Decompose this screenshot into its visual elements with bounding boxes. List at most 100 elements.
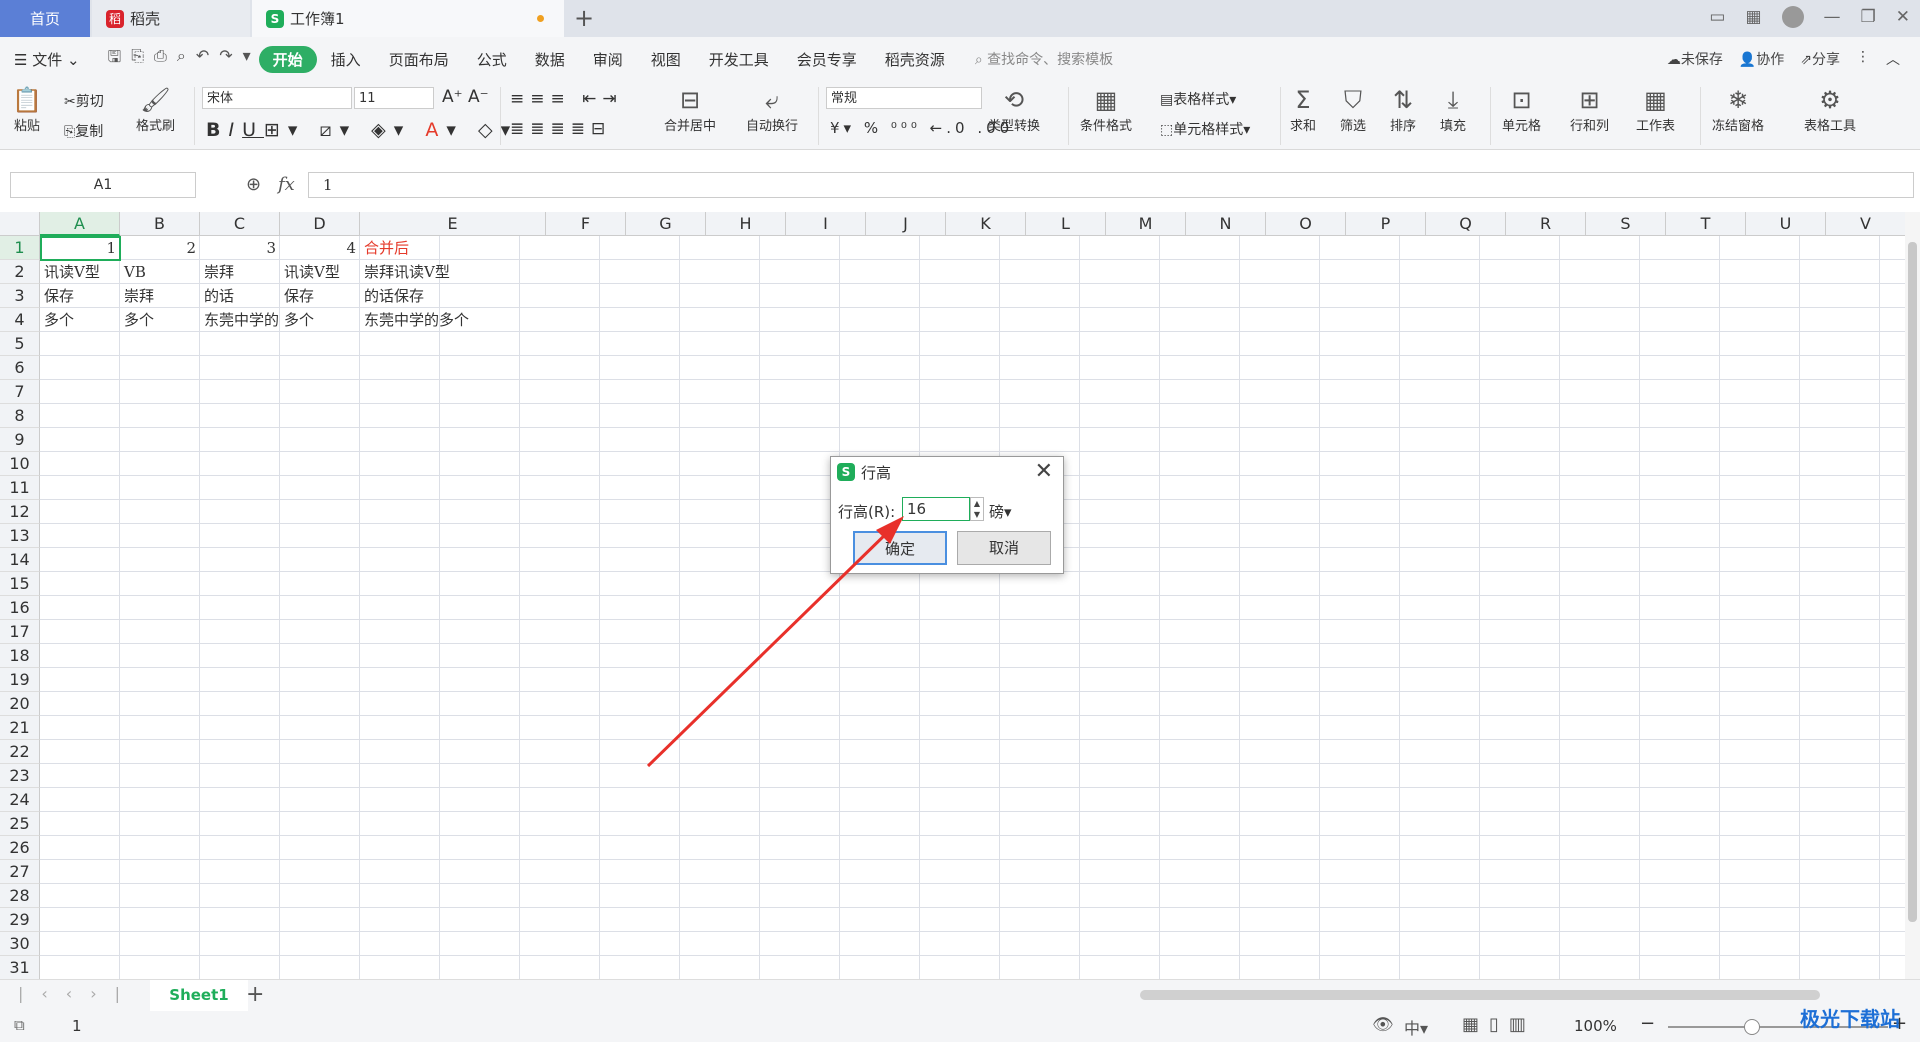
cell-d1[interactable]: 4: [280, 236, 360, 260]
copy-button[interactable]: ⎘复制: [64, 121, 103, 141]
cell-b2[interactable]: VB: [120, 260, 200, 284]
restore-icon[interactable]: ❐: [1861, 7, 1876, 27]
apps-icon[interactable]: ▦: [1745, 7, 1761, 27]
close-window-icon[interactable]: ✕: [1896, 7, 1910, 27]
print-icon[interactable]: ⎙: [154, 46, 167, 73]
font-select[interactable]: 宋体: [202, 87, 352, 109]
cell-b3[interactable]: 崇拜: [120, 284, 200, 308]
preview-icon[interactable]: ⌕: [177, 46, 186, 73]
select-all-corner[interactable]: [0, 212, 40, 236]
row-header-4[interactable]: 4: [0, 308, 40, 332]
row-header-11[interactable]: 11: [0, 476, 40, 500]
vertical-scroll-thumb[interactable]: [1908, 242, 1917, 922]
row-header-19[interactable]: 19: [0, 668, 40, 692]
collab-button[interactable]: 👤协作: [1739, 49, 1784, 69]
cell-a3[interactable]: 保存: [40, 284, 120, 308]
filter-button[interactable]: ⛉ 筛选: [1340, 85, 1366, 134]
avatar[interactable]: [1781, 6, 1804, 28]
column-header-o[interactable]: O: [1266, 212, 1346, 236]
column-header-p[interactable]: P: [1346, 212, 1426, 236]
column-header-i[interactable]: I: [786, 212, 866, 236]
sheet-tab-sheet1[interactable]: Sheet1: [150, 980, 248, 1011]
cell-d2[interactable]: 讯读V型: [280, 260, 360, 284]
new-tab-icon[interactable]: +: [574, 4, 594, 32]
cell-c2[interactable]: 崇拜: [200, 260, 280, 284]
column-header-v[interactable]: V: [1826, 212, 1905, 236]
column-header-l[interactable]: L: [1026, 212, 1106, 236]
column-header-s[interactable]: S: [1586, 212, 1666, 236]
zoom-level[interactable]: 100%: [1574, 1017, 1617, 1035]
font-style-tools[interactable]: BIU⊞▾ ⧄▾ ◈▾ A▾ ◇▾: [206, 119, 518, 141]
row-header-9[interactable]: 9: [0, 428, 40, 452]
type-convert-button[interactable]: ⟲ 类型转换: [988, 85, 1040, 134]
column-header-c[interactable]: C: [200, 212, 280, 236]
cell-a4[interactable]: 多个: [40, 308, 120, 332]
language-icon[interactable]: 中▾: [1404, 1015, 1428, 1039]
column-header-m[interactable]: M: [1106, 212, 1186, 236]
menu-item-formula[interactable]: 公式: [463, 49, 521, 70]
font-grow-icon[interactable]: A⁺ A⁻: [442, 87, 489, 107]
row-height-input[interactable]: 16: [902, 497, 970, 521]
cond-format-button[interactable]: ▦ 条件格式: [1080, 85, 1132, 134]
menu-item-data[interactable]: 数据: [521, 49, 579, 70]
row-header-24[interactable]: 24: [0, 788, 40, 812]
export-icon[interactable]: ⎘: [131, 46, 144, 73]
row-header-10[interactable]: 10: [0, 452, 40, 476]
row-header-21[interactable]: 21: [0, 716, 40, 740]
menu-item-review[interactable]: 审阅: [579, 49, 637, 70]
undo-icon[interactable]: ↶: [196, 46, 209, 73]
collapse-ribbon-icon[interactable]: ︿: [1886, 49, 1900, 69]
zoom-out-icon[interactable]: −: [1640, 1013, 1655, 1034]
cell-b1[interactable]: 2: [120, 236, 200, 260]
column-header-a[interactable]: A: [40, 212, 120, 236]
column-header-e[interactable]: E: [360, 212, 546, 236]
view-mode-icons[interactable]: ▦▯▥: [1462, 1014, 1536, 1035]
unsaved-button[interactable]: ☁未保存: [1667, 49, 1723, 69]
name-box[interactable]: A1: [10, 172, 196, 198]
menu-item-view[interactable]: 视图: [637, 49, 695, 70]
row-header-20[interactable]: 20: [0, 692, 40, 716]
save-icon[interactable]: 🖫: [108, 46, 122, 73]
column-header-r[interactable]: R: [1506, 212, 1586, 236]
table-style-button[interactable]: ▤表格样式▾: [1160, 89, 1236, 109]
sort-button[interactable]: ⇅ 排序: [1390, 85, 1416, 134]
format-painter-button[interactable]: 🖌 格式刷: [136, 85, 175, 134]
tab-daoke[interactable]: 稻稻壳: [92, 0, 250, 37]
row-header-26[interactable]: 26: [0, 836, 40, 860]
paste-button[interactable]: 📋 粘贴: [12, 85, 42, 134]
spreadsheet-grid[interactable]: ABCDEFGHIJKLMNOPQRSTUV 1 2 3 4 5 6 7 8 9 10 11 12 13…: [0, 212, 1905, 979]
more-icon[interactable]: ▾: [243, 46, 251, 73]
cell-e2[interactable]: 崇拜讯读V型: [360, 260, 546, 284]
column-header-j[interactable]: J: [866, 212, 946, 236]
column-header-h[interactable]: H: [706, 212, 786, 236]
cell-d3[interactable]: 保存: [280, 284, 360, 308]
menu-item-member[interactable]: 会员专享: [783, 49, 871, 70]
align-tools-bottom[interactable]: ≣≣≣≣⊟: [510, 119, 611, 139]
row-header-16[interactable]: 16: [0, 596, 40, 620]
row-header-25[interactable]: 25: [0, 812, 40, 836]
cancel-button[interactable]: 取消: [957, 531, 1051, 565]
row-header-6[interactable]: 6: [0, 356, 40, 380]
menu-item-insert[interactable]: 插入: [317, 49, 375, 70]
number-tools[interactable]: ¥▾ % ⁰⁰⁰ ←.0 .00: [830, 119, 1013, 137]
menu-item-resources[interactable]: 稻壳资源: [871, 49, 959, 70]
merge-button[interactable]: ⊟ 合并居中: [664, 85, 716, 134]
ok-button[interactable]: 确定: [853, 531, 947, 565]
row-header-2[interactable]: 2: [0, 260, 40, 284]
minimize-icon[interactable]: —: [1824, 7, 1841, 27]
menu-item-dev[interactable]: 开发工具: [695, 49, 783, 70]
row-header-18[interactable]: 18: [0, 644, 40, 668]
cut-button[interactable]: ✂剪切: [64, 91, 104, 111]
cell-c4[interactable]: 东莞中学的: [200, 308, 280, 332]
sum-button[interactable]: Σ 求和: [1290, 85, 1316, 134]
row-header-28[interactable]: 28: [0, 884, 40, 908]
tab-workbook[interactable]: S 工作簿1: [252, 0, 564, 37]
table-tools-button[interactable]: ⚙ 表格工具: [1804, 85, 1856, 134]
row-header-29[interactable]: 29: [0, 908, 40, 932]
cell-b4[interactable]: 多个: [120, 308, 200, 332]
cell-d4[interactable]: 多个: [280, 308, 360, 332]
column-header-t[interactable]: T: [1666, 212, 1746, 236]
kebab-icon[interactable]: ⋮: [1856, 49, 1870, 69]
row-header-1[interactable]: 1: [0, 236, 40, 260]
row-header-12[interactable]: 12: [0, 500, 40, 524]
